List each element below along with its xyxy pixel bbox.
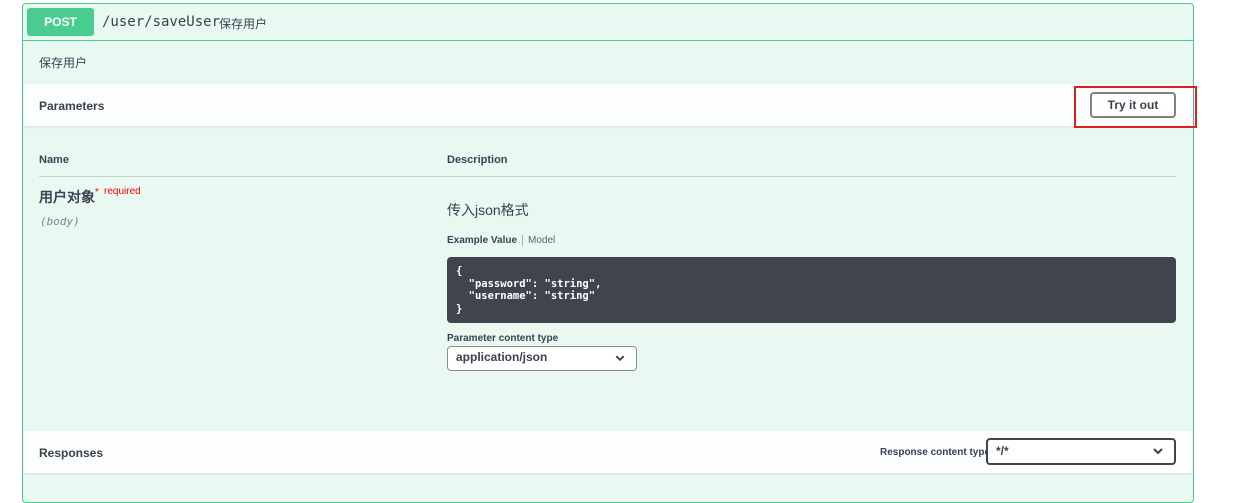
parameter-description: 传入json格式 xyxy=(447,202,529,218)
column-header-description: Description xyxy=(447,154,508,166)
table-header-divider xyxy=(39,176,1176,177)
required-label: required xyxy=(104,186,141,197)
responses-title: Responses xyxy=(39,446,104,460)
chevron-down-icon xyxy=(1153,448,1163,455)
parameter-content-type-select[interactable]: application/json xyxy=(447,346,637,371)
parameter-content-type-label: Parameter content type xyxy=(447,333,559,344)
response-content-type-value: */* xyxy=(996,444,1009,458)
parameter-content-type-value: application/json xyxy=(456,350,548,364)
column-header-name: Name xyxy=(39,154,69,166)
example-tabs: Example Value Model xyxy=(447,235,555,246)
required-star: * xyxy=(95,187,99,198)
operation-summary-text: 保存用户 xyxy=(219,17,268,31)
operation-summary[interactable]: POST /user/saveUser 保存用户 xyxy=(23,4,1193,41)
parameters-title: Parameters xyxy=(39,99,105,113)
responses-header: Responses Response content type */* xyxy=(23,431,1193,473)
operation-description: 保存用户 xyxy=(39,56,88,70)
operation-path: /user/saveUser xyxy=(102,14,221,30)
tab-example-value[interactable]: Example Value xyxy=(447,235,524,246)
example-value-code[interactable]: { "password": "string", "username": "str… xyxy=(447,257,1176,323)
http-method-badge: POST xyxy=(27,8,94,36)
parameters-header: Parameters Try it out xyxy=(23,84,1197,128)
operation-block-post-save-user: POST /user/saveUser 保存用户 保存用户 Parameters… xyxy=(22,3,1197,503)
try-it-out-button[interactable]: Try it out xyxy=(1090,92,1176,118)
response-content-type-label: Response content type xyxy=(880,447,991,458)
response-content-type-select[interactable]: */* xyxy=(986,438,1176,465)
chevron-down-icon xyxy=(615,355,625,362)
parameter-name: 用户对象 xyxy=(39,189,95,205)
parameter-location: (body) xyxy=(40,215,80,228)
tab-model[interactable]: Model xyxy=(523,235,555,246)
